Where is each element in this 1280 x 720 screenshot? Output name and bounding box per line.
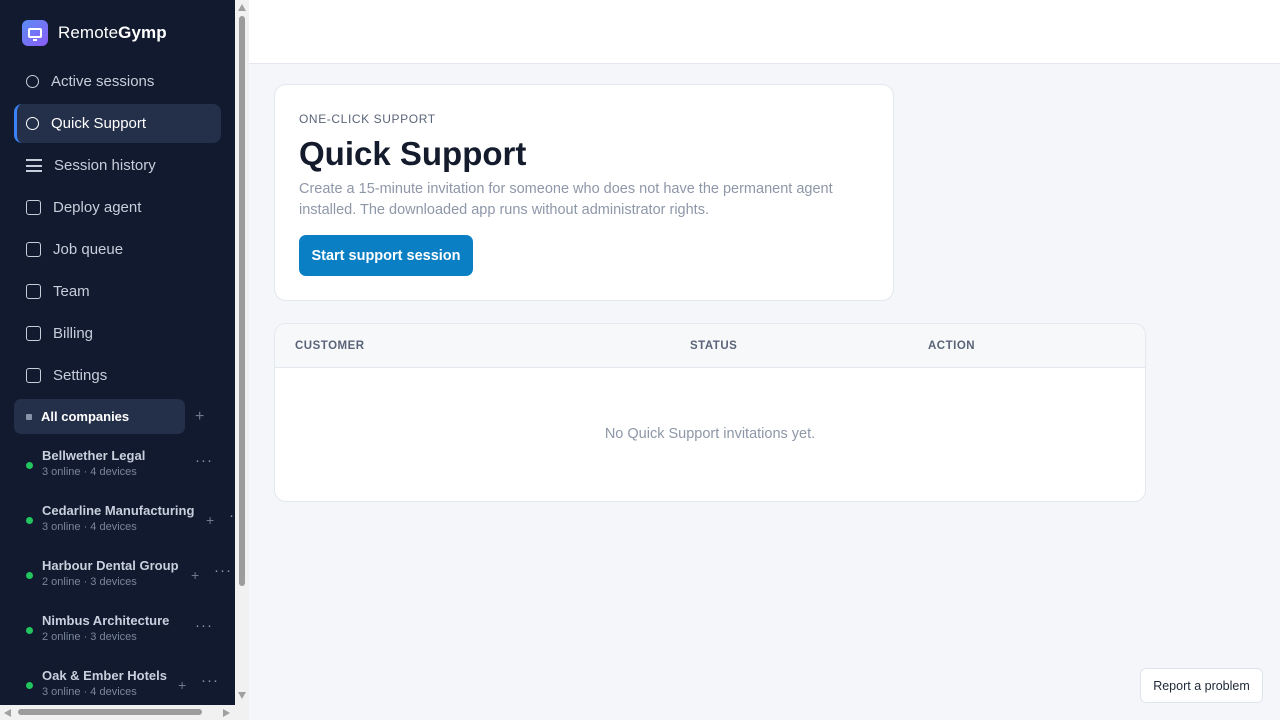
square-icon — [26, 326, 41, 341]
nav-item-label: Session history — [54, 157, 156, 174]
list-icon — [26, 159, 42, 172]
nav-item-job-queue[interactable]: Job queue — [14, 230, 221, 269]
page-title: Quick Support — [299, 135, 527, 172]
scroll-down-icon[interactable] — [238, 692, 246, 699]
company-name: Cedarline Manufacturing — [42, 503, 195, 518]
nav-item-quick-support[interactable]: Quick Support — [14, 104, 221, 143]
card-description: Create a 15-minute invitation for someon… — [299, 181, 833, 218]
card-eyebrow: ONE-CLICK SUPPORT — [299, 112, 436, 126]
more-options-icon[interactable]: ··· — [195, 452, 213, 469]
company-meta: 3 online · 4 devices — [42, 686, 137, 698]
company-name: Nimbus Architecture — [42, 613, 170, 628]
company-name: Harbour Dental Group — [42, 558, 179, 573]
plus-icon[interactable]: + — [206, 512, 214, 528]
company-name: Bellwether Legal — [42, 448, 146, 463]
square-icon — [26, 200, 41, 215]
company-item-nimbus-architecture[interactable]: Nimbus Architecture 2 online · 3 devices… — [24, 613, 235, 653]
invitations-table: CUSTOMER STATUS ACTION No Quick Support … — [274, 323, 1146, 502]
quick-support-card: ONE-CLICK SUPPORT Quick Support Create a… — [274, 84, 894, 301]
square-icon — [26, 242, 41, 257]
top-bar — [249, 0, 1280, 64]
company-meta: 3 online · 4 devices — [42, 466, 137, 478]
online-status-dot — [26, 572, 33, 579]
nav-item-session-history[interactable]: Session history — [14, 146, 221, 185]
scrollbar-thumb[interactable] — [18, 709, 202, 715]
square-bullet-icon — [26, 413, 32, 420]
plus-icon[interactable]: + — [191, 567, 199, 583]
nav-item-label: Deploy agent — [53, 199, 142, 216]
scrollbar-thumb[interactable] — [239, 16, 245, 586]
nav-item-label: Team — [53, 283, 90, 300]
nav-item-label: Active sessions — [51, 73, 155, 90]
circle-icon — [26, 75, 39, 88]
column-header-customer: CUSTOMER — [295, 340, 365, 352]
nav-item-team[interactable]: Team — [14, 272, 221, 311]
company-item-bellwether-legal[interactable]: Bellwether Legal 3 online · 4 devices ··… — [24, 448, 235, 488]
more-options-icon[interactable]: ··· — [201, 672, 219, 689]
scroll-left-icon[interactable] — [4, 709, 11, 717]
online-status-dot — [26, 462, 33, 469]
nav-item-label: Billing — [53, 325, 94, 342]
more-options-icon[interactable]: ··· — [195, 617, 213, 634]
report-problem-button[interactable]: Report a problem — [1140, 668, 1263, 703]
scroll-up-icon[interactable] — [238, 4, 246, 11]
nav-item-label: Settings — [53, 367, 108, 384]
square-icon — [26, 284, 41, 299]
column-header-action: ACTION — [928, 340, 976, 352]
company-meta: 2 online · 3 devices — [42, 631, 137, 643]
online-status-dot — [26, 627, 33, 634]
nav-item-active-sessions[interactable]: Active sessions — [14, 62, 221, 101]
nav-item-billing[interactable]: Billing — [14, 314, 221, 353]
scroll-right-icon[interactable] — [223, 709, 230, 717]
sidebar: RemoteGymp Active sessions Quick Support… — [0, 0, 235, 720]
all-companies-label: All companies — [41, 409, 130, 424]
empty-state-message: No Quick Support invitations yet. — [604, 426, 816, 442]
vertical-scrollbar[interactable] — [235, 0, 249, 720]
start-support-session-button[interactable]: Start support session — [299, 235, 473, 276]
online-status-dot — [26, 682, 33, 689]
brand-name: RemoteGymp — [58, 23, 167, 42]
monitor-icon — [22, 20, 48, 46]
nav-item-deploy-agent[interactable]: Deploy agent — [14, 188, 221, 227]
column-header-status: STATUS — [690, 340, 738, 352]
online-status-dot — [26, 517, 33, 524]
brand[interactable]: RemoteGymp — [22, 20, 167, 46]
company-item-cedarline-manufacturing[interactable]: Cedarline Manufacturing 3 online · 4 dev… — [24, 503, 235, 543]
square-icon — [26, 368, 41, 383]
horizontal-scrollbar[interactable] — [0, 705, 235, 720]
nav-item-label: Job queue — [53, 241, 124, 258]
all-companies-filter[interactable]: All companies — [14, 399, 185, 434]
circle-icon — [26, 117, 39, 130]
company-meta: 2 online · 3 devices — [42, 576, 137, 588]
plus-icon[interactable]: + — [178, 677, 186, 693]
table-header: CUSTOMER STATUS ACTION — [275, 324, 1145, 368]
nav-item-label: Quick Support — [51, 115, 147, 132]
nav-item-settings[interactable]: Settings — [14, 356, 221, 395]
company-name: Oak & Ember Hotels — [42, 668, 167, 683]
company-meta: 3 online · 4 devices — [42, 521, 137, 533]
company-item-oak-ember-hotels[interactable]: Oak & Ember Hotels 3 online · 4 devices … — [24, 668, 235, 708]
more-options-icon[interactable]: ··· — [214, 562, 232, 579]
add-company-button[interactable]: + — [195, 409, 204, 425]
company-item-harbour-dental-group[interactable]: Harbour Dental Group 2 online · 3 device… — [24, 558, 235, 598]
